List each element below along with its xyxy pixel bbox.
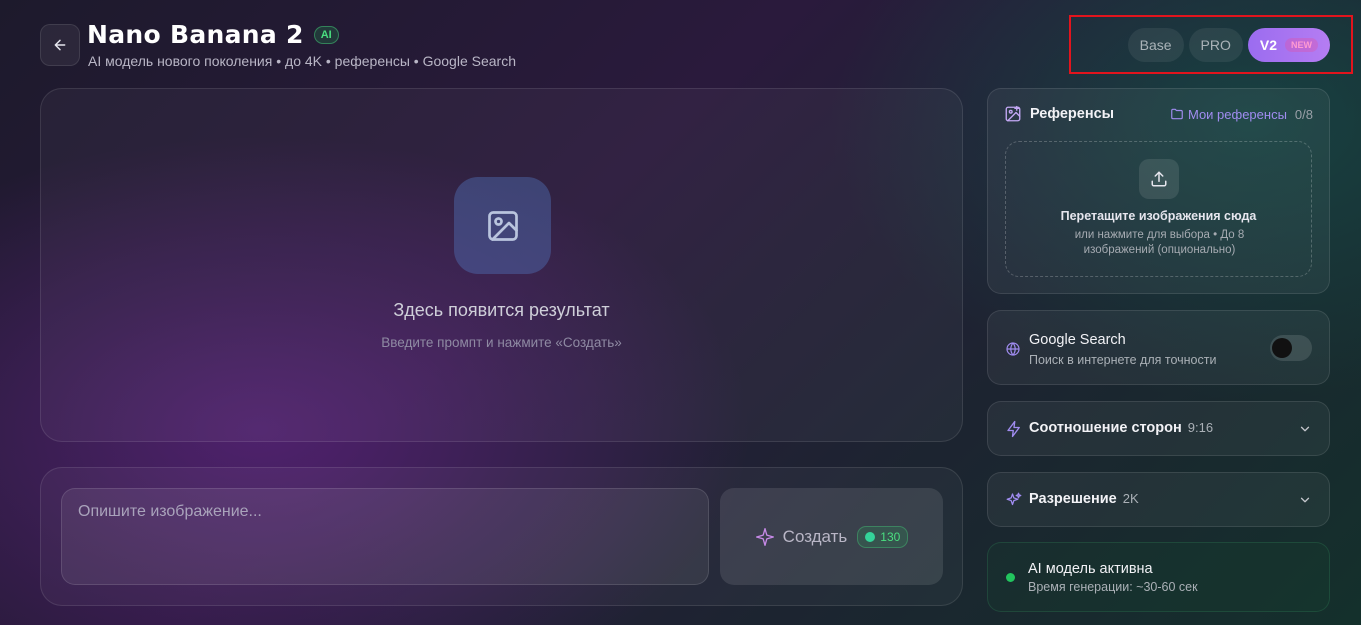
folder-icon (1171, 108, 1183, 120)
page-subtitle: AI модель нового поколения • до 4K • реф… (88, 53, 516, 69)
aspect-ratio-dropdown[interactable]: Соотношение сторон 9:16 (987, 401, 1330, 456)
image-plus-icon (1005, 105, 1021, 122)
aspect-ratio-title: Соотношение сторон 9:16 (1029, 420, 1213, 436)
google-search-card: Google Search Поиск в интернете для точн… (987, 310, 1330, 385)
sparkle-icon (755, 527, 774, 546)
my-references-label: Мои референсы (1187, 106, 1287, 122)
resolution-label: Разрешение (1029, 491, 1117, 507)
prompt-panel: Создать 130 (40, 467, 963, 606)
references-card: Референсы Мои референсы 0/8 Перетащите и… (987, 88, 1330, 294)
references-count: 0/8 (1294, 106, 1313, 122)
google-search-toggle[interactable] (1270, 335, 1312, 361)
dropzone-hint: или нажмите для выбора • До 8 изображени… (1074, 229, 1245, 256)
resolution-dropdown[interactable]: Разрешение 2K (987, 472, 1330, 527)
google-search-subtitle: Поиск в интернете для точности (1029, 353, 1217, 367)
dropzone-title: Перетащите изображения сюда (1060, 209, 1257, 223)
highlight-box (1069, 15, 1353, 74)
create-button[interactable]: Создать 130 (720, 488, 943, 585)
sparkles-icon (1006, 492, 1022, 506)
resolution-title: Разрешение 2K (1029, 491, 1139, 507)
status-subtitle: Время генерации: ~30-60 сек (1028, 580, 1198, 594)
title-row: Nano Banana 2 AI (87, 20, 339, 49)
model-status-card: AI модель активна Время генерации: ~30-6… (987, 542, 1330, 612)
google-search-title: Google Search (1029, 332, 1126, 348)
cost-value: 130 (880, 529, 901, 544)
back-button[interactable] (40, 24, 80, 66)
result-hint: Введите промпт и нажмите «Создать» (381, 335, 622, 350)
references-header: Референсы Мои референсы 0/8 (1004, 105, 1313, 123)
chevron-down-icon (1300, 497, 1310, 503)
aspect-ratio-value: 9:16 (1187, 420, 1214, 435)
status-dot (1006, 573, 1015, 582)
chevron-down-icon (1300, 426, 1310, 432)
my-references-link[interactable]: Мои референсы (1170, 107, 1287, 122)
cost-badge: 130 (857, 525, 909, 548)
lightning-icon (1007, 420, 1020, 438)
globe-icon (1006, 342, 1020, 356)
ai-badge: AI (313, 25, 339, 44)
toggle-knob (1272, 338, 1292, 358)
coin-icon (865, 531, 876, 542)
page-title: Nano Banana 2 (87, 20, 304, 49)
result-panel: Здесь появится результат Введите промпт … (40, 88, 963, 442)
aspect-ratio-label: Соотношение сторон (1029, 420, 1182, 436)
create-label: Создать (782, 526, 848, 546)
arrow-left-icon (54, 39, 66, 51)
status-title: AI модель активна (1028, 561, 1153, 577)
image-placeholder-icon (454, 177, 551, 274)
reference-dropzone[interactable]: Перетащите изображения сюда или нажмите … (1005, 141, 1312, 277)
resolution-value: 2K (1122, 491, 1139, 506)
prompt-input[interactable] (61, 488, 709, 585)
references-title: Референсы (1030, 106, 1115, 122)
result-title: Здесь появится результат (393, 300, 610, 320)
upload-icon (1139, 159, 1179, 199)
